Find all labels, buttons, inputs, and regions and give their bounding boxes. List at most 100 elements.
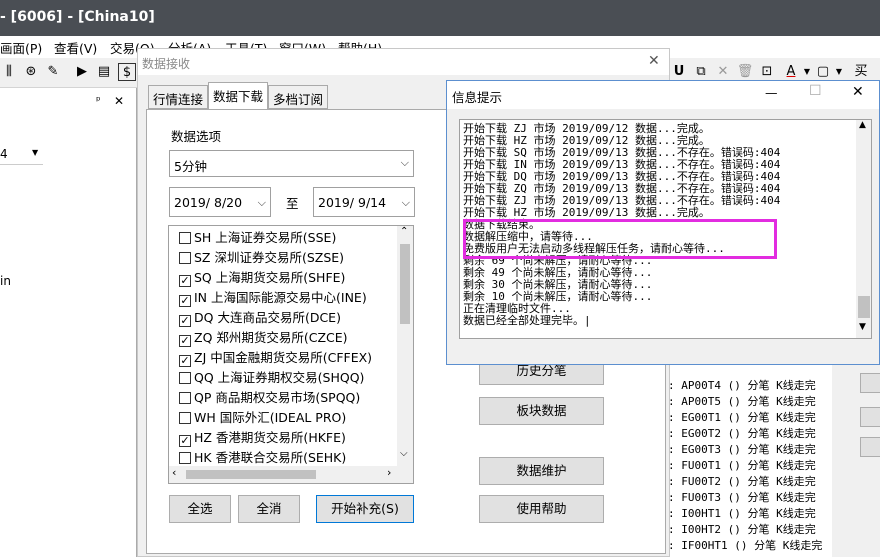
section-label: 数据选项	[171, 129, 222, 144]
checkbox[interactable]: ✓	[179, 335, 191, 347]
list-item: : FU00T3 () 分笔 K线走完	[668, 491, 816, 504]
exchange-label: IN 上海国际能源交易中心(INE)	[194, 290, 367, 305]
left-combo-value: 4	[0, 147, 8, 161]
date-to-picker[interactable]: 2019/ 9/14 ⌵	[313, 187, 415, 217]
underline-icon[interactable]: U	[670, 63, 688, 81]
scroll-thumb[interactable]	[400, 244, 410, 324]
checkbox[interactable]	[179, 252, 191, 264]
window-title: - [6006] - [China10]	[0, 9, 155, 25]
list-item[interactable]: ✓ IN 上海国际能源交易中心(INE)	[179, 287, 367, 307]
checkbox[interactable]: ✓	[179, 355, 191, 367]
list-item[interactable]: WH 国际外汇(IDEAL PRO)	[179, 407, 346, 427]
side-button-2[interactable]	[860, 407, 880, 427]
lock-icon[interactable]: ⊡	[758, 63, 776, 81]
help-button[interactable]: 使用帮助	[479, 495, 604, 523]
scroll-thumb[interactable]	[858, 296, 870, 318]
vertical-scrollbar[interactable]: ⌃ ⌵	[397, 226, 413, 466]
period-select[interactable]: 5分钟 ⌵	[169, 150, 414, 177]
left-panel: ᵖ ✕ 4 ▼ in	[0, 88, 137, 557]
checkbox[interactable]	[179, 232, 191, 244]
list-item[interactable]: ✓ ZJ 中国金融期货交易所(CFFEX)	[179, 347, 372, 367]
chevron-up-icon[interactable]: ⌃	[400, 226, 408, 237]
copy-icon[interactable]: ⧉	[692, 63, 710, 81]
list-item: : EG00T2 () 分笔 K线走完	[668, 427, 816, 440]
delete-icon[interactable]: ✕	[714, 63, 732, 81]
list-item[interactable]: QQ 上海证券期权交易(SHQQ)	[179, 367, 364, 387]
document-icon[interactable]: ▤	[95, 63, 113, 81]
trash-icon[interactable]: 🗑	[736, 63, 754, 81]
chevron-down-icon[interactable]: ▼	[830, 63, 848, 81]
checkbox[interactable]: ✓	[179, 315, 191, 327]
maximize-icon[interactable]: ☐	[809, 83, 822, 99]
pin-icon[interactable]: ᵖ	[96, 94, 101, 107]
menu-view[interactable]: 查看(V)	[54, 38, 97, 57]
chevron-down-icon[interactable]: ⌵	[400, 448, 408, 459]
dollar-icon[interactable]: $	[118, 63, 136, 81]
highlight-box	[463, 219, 777, 259]
right-side-panel	[832, 365, 880, 557]
sector-data-button[interactable]: 板块数据	[479, 397, 604, 425]
side-button-3[interactable]	[860, 437, 880, 457]
checkbox[interactable]	[179, 392, 191, 404]
list-item[interactable]: ✓ ZQ 郑州期货交易所(CZCE)	[179, 327, 348, 347]
close-icon[interactable]: ✕	[648, 53, 660, 69]
vertical-scrollbar[interactable]: ▲ ▼	[856, 120, 871, 338]
left-combo[interactable]: 4 ▼	[0, 145, 43, 165]
start-download-button[interactable]: 开始补充(S)	[316, 495, 414, 523]
edit-icon[interactable]: ✎	[44, 63, 62, 81]
list-item: : EG00T3 () 分笔 K线走完	[668, 443, 816, 456]
menu-screen[interactable]: 画面(P)	[0, 38, 42, 57]
log-textarea[interactable]: 开始下载 ZJ 市场 2019/09/12 数据...完成。 开始下载 HZ 市…	[459, 119, 872, 339]
list-item: : FU00T2 () 分笔 K线走完	[668, 475, 816, 488]
alert-icon[interactable]: ⊛	[22, 63, 40, 81]
chevron-down-icon: ▼	[32, 148, 39, 157]
checkbox[interactable]	[179, 412, 191, 424]
list-item: : I00HT2 () 分笔 K线走完	[668, 523, 816, 536]
deselect-all-button[interactable]: 全消	[238, 495, 300, 523]
chevron-left-icon[interactable]: ‹	[172, 466, 176, 479]
exchange-list: SH 上海证券交易所(SSE) SZ 深圳证券交易所(SZSE) ✓ SQ 上海期…	[168, 225, 414, 484]
data-maintenance-button[interactable]: 数据维护	[479, 457, 604, 485]
close-icon[interactable]: ✕	[852, 84, 864, 100]
scroll-thumb[interactable]	[186, 470, 316, 479]
checkbox[interactable]	[179, 452, 191, 464]
chevron-down-icon[interactable]: ▼	[859, 322, 866, 332]
exchange-label: SQ 上海期货交易所(SHFE)	[194, 270, 346, 285]
left-text-fragment: in	[0, 274, 11, 288]
list-item[interactable]: ✓ SQ 上海期货交易所(SHFE)	[179, 267, 345, 287]
chevron-up-icon[interactable]: ▲	[859, 120, 866, 130]
list-item[interactable]: SZ 深圳证券交易所(SZSE)	[179, 247, 344, 267]
chart-bars-icon[interactable]: ⫼	[0, 63, 18, 81]
checkbox[interactable]: ✓	[179, 275, 191, 287]
list-item[interactable]: SH 上海证券交易所(SSE)	[179, 227, 336, 247]
chevron-right-icon[interactable]: ›	[387, 466, 391, 479]
checkbox[interactable]: ✓	[179, 435, 191, 447]
checkbox[interactable]: ✓	[179, 295, 191, 307]
list-item[interactable]: ✓ DQ 大连商品交易所(DCE)	[179, 307, 341, 327]
list-item: : AP00T5 () 分笔 K线走完	[668, 395, 816, 408]
exchange-label: QQ 上海证券期权交易(SHQQ)	[194, 370, 365, 385]
horizontal-scrollbar[interactable]: ‹ ›	[169, 466, 413, 483]
date-from-picker[interactable]: 2019/ 8/20 ⌵	[169, 187, 271, 217]
list-item[interactable]: QP 商品期权交易市场(SPQQ)	[179, 387, 360, 407]
minimize-icon[interactable]: —	[765, 85, 778, 100]
list-item: : IF00HT1 () 分笔 K线走完	[668, 539, 823, 552]
list-item[interactable]: HK 香港联合交易所(SEHK)	[179, 447, 346, 467]
info-dialog: 信息提示 — ☐ ✕ 开始下载 ZJ 市场 2019/09/12 数据...完成…	[446, 80, 880, 365]
tab-multi-subscribe[interactable]: 多档订阅	[268, 85, 329, 109]
date-to-value: 2019/ 9/14	[318, 195, 387, 210]
tab-market-connect[interactable]: 行情连接	[148, 85, 209, 109]
info-dialog-titlebar: 信息提示 — ☐ ✕	[447, 81, 879, 109]
checkbox[interactable]	[179, 372, 191, 384]
close-icon[interactable]: ✕	[114, 94, 124, 108]
select-all-button[interactable]: 全选	[169, 495, 231, 523]
play-icon[interactable]: ▶	[73, 63, 91, 81]
chevron-down-icon: ⌵	[257, 196, 266, 209]
side-button-1[interactable]	[860, 373, 880, 393]
dialog-titlebar: 数据接收 ✕	[138, 49, 669, 75]
tab-data-download[interactable]: 数据下载	[208, 82, 269, 110]
list-item[interactable]: ✓ HZ 香港期货交易所(HKFE)	[179, 427, 346, 447]
chevron-down-icon: ⌵	[400, 156, 409, 169]
buy-icon[interactable]: 买	[852, 63, 870, 81]
list-item: : FU00T1 () 分笔 K线走完	[668, 459, 816, 472]
